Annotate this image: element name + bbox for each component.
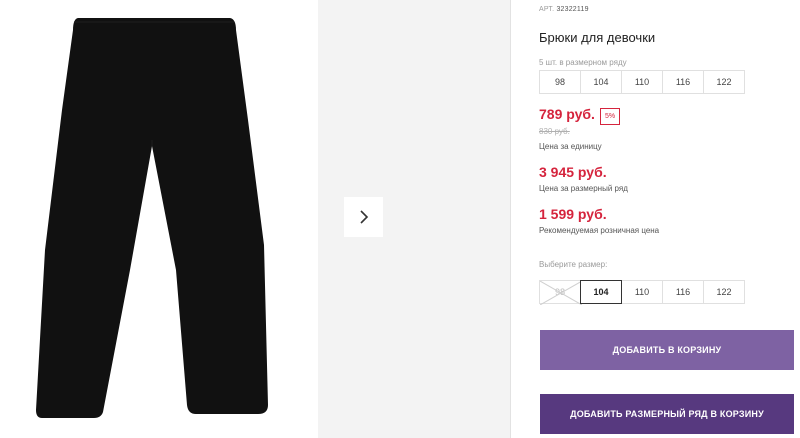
add-to-cart-button[interactable]: ДОБАВИТЬ В КОРЗИНУ xyxy=(540,330,794,370)
sku-label: АРТ. xyxy=(539,6,555,13)
size-run-label: 5 шт. в размерном ряду xyxy=(539,58,627,67)
size-option-104[interactable]: 104 xyxy=(580,280,622,304)
size-run-price: 3 945 руб. xyxy=(539,164,607,180)
unit-price-note: Цена за единицу xyxy=(539,142,602,151)
old-price: 830 руб. xyxy=(539,127,570,136)
add-size-run-to-cart-button[interactable]: ДОБАВИТЬ РАЗМЕРНЫЙ РЯД В КОРЗИНУ xyxy=(540,394,794,434)
product-photo xyxy=(0,0,290,438)
trousers-image xyxy=(36,18,268,418)
size-option-122[interactable]: 122 xyxy=(703,280,745,304)
sku-number: 32322119 xyxy=(556,6,589,13)
size-option-116[interactable]: 116 xyxy=(662,280,704,304)
size-run-cell: 98 xyxy=(539,70,581,94)
product-title: Брюки для девочки xyxy=(539,30,656,45)
size-run-price-note: Цена за размерный ряд xyxy=(539,184,628,193)
retail-price-note: Рекомендуемая розничная цена xyxy=(539,226,660,235)
discount-badge: 5% xyxy=(600,108,620,125)
size-run-cell: 116 xyxy=(662,70,704,94)
unavailable-cross-icon xyxy=(540,281,582,305)
size-option-110[interactable]: 110 xyxy=(621,280,663,304)
size-picker: 98 104 110 116 122 xyxy=(539,280,745,305)
gallery-next-button[interactable] xyxy=(344,197,383,237)
retail-price: 1 599 руб. xyxy=(539,206,607,222)
column-divider xyxy=(510,0,511,438)
current-price: 789 руб. xyxy=(539,106,595,122)
size-run-row: 98 104 110 116 122 xyxy=(539,70,745,94)
chevron-right-icon xyxy=(359,210,368,224)
size-run-cell: 104 xyxy=(580,70,622,94)
sku-line: АРТ. 32322119 xyxy=(539,6,589,13)
size-run-cell: 110 xyxy=(621,70,663,94)
size-option-98[interactable]: 98 xyxy=(539,280,582,305)
choose-size-label: Выберите размер: xyxy=(539,260,608,269)
size-run-cell: 122 xyxy=(703,70,745,94)
